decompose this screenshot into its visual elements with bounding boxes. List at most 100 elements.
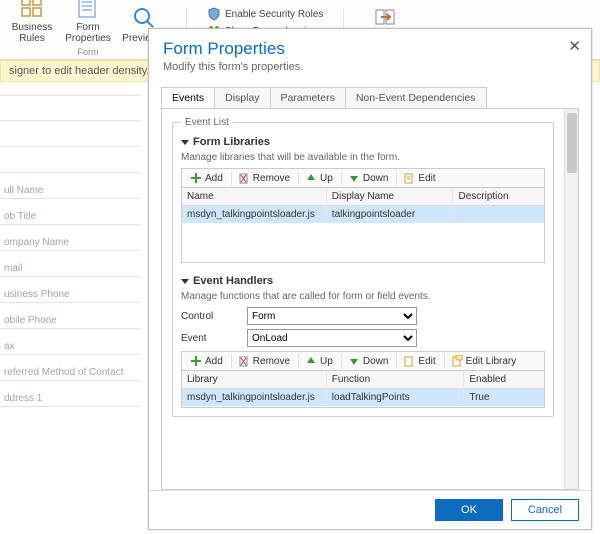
control-select-row: Control Form (181, 307, 545, 325)
background-form: ull Name ob Title ompany Name mail usine… (0, 95, 140, 407)
bg-field[interactable]: ull Name (0, 173, 140, 199)
info-text: signer to edit header density. (9, 65, 149, 77)
scroll-thumb[interactable] (567, 113, 577, 173)
dialog-header: Form Properties Modify this form's prope… (149, 29, 591, 77)
cell-display: talkingpointsloader (327, 206, 454, 223)
event-label: Event (181, 333, 239, 344)
event-list-legend: Event List (181, 117, 233, 128)
cell-desc (453, 206, 544, 223)
handlers-grid-header: Library Function Enabled (182, 371, 544, 389)
tab-non-event-dependencies[interactable]: Non-Event Dependencies (345, 87, 487, 108)
up-handler-button[interactable]: Up (298, 354, 337, 368)
edit-button[interactable]: Edit (396, 171, 439, 185)
col-enabled[interactable]: Enabled (464, 371, 544, 388)
bg-field[interactable] (0, 147, 140, 173)
event-handlers-help: Manage functions that are called for for… (181, 291, 545, 302)
libraries-toolbar: Add Remove Up Down Edit (181, 168, 545, 187)
tabstrip: Events Display Parameters Non-Event Depe… (161, 87, 579, 108)
remove-icon (238, 172, 250, 184)
bg-field[interactable] (0, 121, 140, 147)
collapse-icon (181, 140, 189, 145)
handlers-grid: Library Function Enabled msdyn_talkingpo… (181, 370, 545, 408)
dialog-close-button[interactable]: ✕ (568, 37, 581, 55)
cell-enabled: True (464, 389, 544, 406)
rules-icon (18, 0, 46, 21)
dialog-subtitle: Modify this form's properties. (163, 61, 577, 73)
down-button[interactable]: Down (341, 171, 393, 185)
ok-button[interactable]: OK (435, 499, 503, 521)
event-list-section: Event List Form Libraries Manage librari… (172, 117, 554, 417)
business-rules-button[interactable]: Business Rules (8, 0, 56, 46)
arrow-down-icon (348, 172, 360, 184)
bg-field[interactable]: obile Phone (0, 303, 140, 329)
libraries-grid: Name Display Name Description msdyn_talk… (181, 187, 545, 263)
form-properties-icon (74, 0, 102, 21)
control-select[interactable]: Form (247, 307, 417, 325)
edit-handler-button[interactable]: Edit (396, 354, 439, 368)
form-properties-button[interactable]: Form Properties (64, 0, 112, 46)
enable-security-roles-button[interactable]: Enable Security Roles (205, 6, 325, 22)
add-handler-button[interactable]: Add (186, 354, 227, 368)
edit-library-button[interactable]: Edit Library (444, 354, 521, 368)
col-description[interactable]: Description (453, 188, 544, 205)
bg-field[interactable]: ax (0, 329, 140, 355)
down-handler-button[interactable]: Down (341, 354, 393, 368)
handler-row[interactable]: msdyn_talkingpointsloader.js loadTalking… (182, 389, 544, 406)
arrow-up-icon (305, 355, 317, 367)
tab-events[interactable]: Events (161, 87, 215, 108)
enable-security-label: Enable Security Roles (225, 9, 323, 20)
cell-function: loadTalkingPoints (327, 389, 465, 406)
handlers-toolbar: Add Remove Up Down Edit Edit Library (181, 351, 545, 370)
scrollbar[interactable] (564, 109, 578, 489)
form-properties-dialog: Form Properties Modify this form's prope… (148, 28, 592, 530)
edit-library-icon (451, 355, 463, 367)
col-display-name[interactable]: Display Name (327, 188, 454, 205)
add-button[interactable]: Add (186, 171, 227, 185)
cell-name: msdyn_talkingpointsloader.js (182, 206, 327, 223)
edit-icon (403, 172, 415, 184)
form-libraries-header[interactable]: Form Libraries (181, 136, 545, 148)
col-library[interactable]: Library (182, 371, 327, 388)
bg-field[interactable]: ddress 1 (0, 381, 140, 407)
remove-handler-button[interactable]: Remove (231, 354, 294, 368)
tab-display[interactable]: Display (214, 87, 270, 108)
event-select-row: Event OnLoad (181, 329, 545, 347)
plus-icon (190, 172, 202, 184)
dialog-footer: OK Cancel (149, 490, 591, 529)
event-handlers-header[interactable]: Event Handlers (181, 275, 545, 287)
arrow-down-icon (348, 355, 360, 367)
edit-icon (403, 355, 415, 367)
event-handlers-title: Event Handlers (193, 275, 273, 287)
bg-field[interactable]: referred Method of Contact (0, 355, 140, 381)
dialog-title: Form Properties (163, 39, 577, 59)
remove-icon (238, 355, 250, 367)
bg-field[interactable]: ob Title (0, 199, 140, 225)
col-name[interactable]: Name (182, 188, 327, 205)
library-row[interactable]: msdyn_talkingpointsloader.js talkingpoin… (182, 206, 544, 223)
control-label: Control (181, 311, 239, 322)
ribbon-group-label-form: Form (78, 47, 99, 57)
remove-button[interactable]: Remove (231, 171, 294, 185)
cell-library: msdyn_talkingpointsloader.js (182, 389, 327, 406)
cancel-button[interactable]: Cancel (511, 499, 579, 521)
tab-parameters[interactable]: Parameters (270, 87, 346, 108)
ribbon-group-form: Business Rules Form Properties Preview ▾… (8, 0, 168, 57)
bg-field[interactable]: mail (0, 251, 140, 277)
arrow-up-icon (305, 172, 317, 184)
libraries-grid-body: msdyn_talkingpointsloader.js talkingpoin… (182, 206, 544, 262)
form-libraries-help: Manage libraries that will be available … (181, 152, 545, 163)
shield-icon (207, 7, 221, 21)
up-button[interactable]: Up (298, 171, 337, 185)
collapse-icon (181, 279, 189, 284)
form-libraries-title: Form Libraries (193, 136, 270, 148)
business-rules-label: Business Rules (8, 22, 56, 44)
bg-field[interactable] (0, 95, 140, 121)
form-properties-label: Form Properties (64, 22, 112, 44)
col-function[interactable]: Function (327, 371, 465, 388)
bg-field[interactable]: usiness Phone (0, 277, 140, 303)
handlers-grid-body: msdyn_talkingpointsloader.js loadTalking… (182, 389, 544, 407)
plus-icon (190, 355, 202, 367)
tab-body-wrap: Event List Form Libraries Manage librari… (161, 108, 579, 490)
event-select[interactable]: OnLoad (247, 329, 417, 347)
bg-field[interactable]: ompany Name (0, 225, 140, 251)
